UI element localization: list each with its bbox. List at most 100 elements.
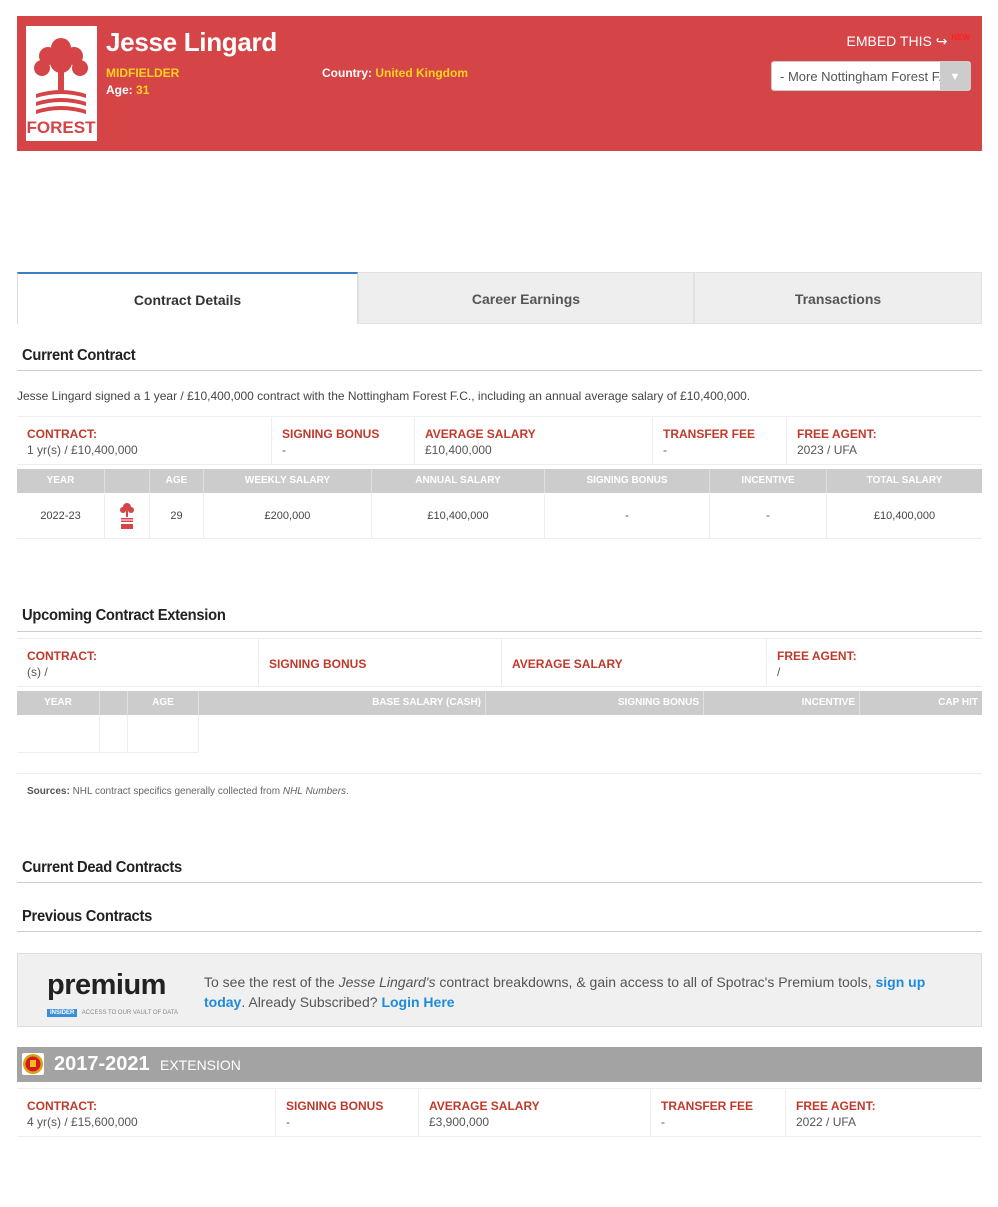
new-badge: NEW xyxy=(951,33,970,42)
country-label: Country: xyxy=(322,66,372,80)
summary-value: - xyxy=(661,1115,665,1129)
summary-value: £3,900,000 xyxy=(429,1115,490,1129)
cell-weekly-salary: £200,000 xyxy=(204,493,372,538)
summary-label: TRANSFER FEE xyxy=(661,1099,754,1113)
premium-logo-word: premium xyxy=(47,969,166,1001)
cell-team xyxy=(105,493,150,538)
previous-contract-years: 2017-2021 xyxy=(54,1053,150,1075)
summary-label: AVERAGE SALARY xyxy=(512,657,623,671)
col-age[interactable]: AGE xyxy=(150,469,204,493)
previous-contract-bar: 2017-2021 EXTENSION xyxy=(17,1047,982,1082)
cell-signing-bonus: - xyxy=(545,493,710,538)
player-country: Country: United Kingdom xyxy=(322,66,468,80)
table-row xyxy=(17,715,982,753)
tab-career-earnings[interactable]: Career Earnings xyxy=(358,272,694,324)
col-age[interactable]: AGE xyxy=(128,691,199,715)
premium-logo-sub: INSIDER ACCESS TO OUR VAULT OF DATA xyxy=(47,1001,178,1017)
contract-description: Jesse Lingard signed a 1 year / £10,400,… xyxy=(17,389,751,403)
player-header: FOREST Jesse Lingard MIDFIELDER Age: 31 … xyxy=(17,16,982,151)
extension-summary: CONTRACT: (s) / SIGNING BONUS AVERAGE SA… xyxy=(17,638,982,687)
previous-contract-type: EXTENSION xyxy=(160,1057,241,1073)
summary-value: 1 yr(s) / £10,400,000 xyxy=(27,443,138,457)
tab-contract-details[interactable]: Contract Details xyxy=(17,272,358,324)
summary-average-salary: AVERAGE SALARY xyxy=(502,639,767,686)
team-logo: FOREST xyxy=(26,26,97,141)
summary-value: (s) / xyxy=(27,665,48,679)
col-incentive[interactable]: INCENTIVE xyxy=(710,469,827,493)
team-select-value: - More Nottingham Forest F.C. Players - xyxy=(780,69,940,84)
current-contract-summary: CONTRACT: 1 yr(s) / £10,400,000 SIGNING … xyxy=(17,416,982,465)
premium-message: To see the rest of the Jesse Lingard's c… xyxy=(204,972,954,1012)
share-icon: ↪ xyxy=(935,33,948,49)
summary-value: 2023 / UFA xyxy=(797,443,858,457)
premium-text: . Already Subscribed? xyxy=(241,994,378,1010)
summary-value: 2022 / UFA xyxy=(796,1115,857,1129)
summary-contract: CONTRACT: (s) / xyxy=(17,639,259,686)
login-link[interactable]: Login Here xyxy=(381,994,454,1010)
premium-insider-tag: INSIDER xyxy=(47,1009,78,1017)
summary-label: SIGNING BONUS xyxy=(286,1099,384,1113)
current-contract-title: Current Contract xyxy=(22,347,136,364)
cell-total-salary: £10,400,000 xyxy=(873,510,936,522)
col-signing-bonus[interactable]: SIGNING BONUS xyxy=(486,691,704,715)
col-total-salary[interactable]: TOTAL SALARY xyxy=(827,469,982,493)
summary-signing-bonus: SIGNING BONUS - xyxy=(276,1089,419,1136)
previous-contract-summary: CONTRACT: 4 yr(s) / £15,600,000 SIGNING … xyxy=(17,1088,982,1137)
summary-free-agent: FREE AGENT: / xyxy=(767,639,982,686)
premium-tagline: ACCESS TO OUR VAULT OF DATA xyxy=(81,1010,179,1016)
summary-label: CONTRACT: xyxy=(27,1099,97,1113)
col-year[interactable]: YEAR xyxy=(17,469,105,493)
summary-free-agent: FREE AGENT: 2022 / UFA xyxy=(786,1089,982,1136)
col-year[interactable]: YEAR xyxy=(17,691,100,715)
player-age: Age: 31 xyxy=(106,83,149,97)
col-weekly-salary[interactable]: WEEKLY SALARY xyxy=(204,469,372,493)
premium-banner: premium INSIDER ACCESS TO OUR VAULT OF D… xyxy=(17,953,982,1027)
summary-average-salary: AVERAGE SALARY £10,400,000 xyxy=(415,417,653,464)
cell-age: 29 xyxy=(150,493,204,538)
dropdown-arrow-icon[interactable]: ▼ xyxy=(940,62,970,90)
cell-year: 2022-23 xyxy=(17,493,105,538)
extension-table-header: YEAR AGE BASE SALARY (CASH) SIGNING BONU… xyxy=(17,691,982,715)
cell-year xyxy=(17,715,100,753)
divider xyxy=(17,370,982,371)
dead-contracts-title: Current Dead Contracts xyxy=(22,859,182,876)
age-value: 31 xyxy=(136,83,150,97)
divider xyxy=(17,882,982,883)
cell-incentive: - xyxy=(710,493,827,538)
cell-team xyxy=(100,715,128,753)
summary-value: - xyxy=(282,443,286,457)
svg-text:FOREST: FOREST xyxy=(27,118,97,137)
summary-label: TRANSFER FEE xyxy=(663,427,756,441)
premium-player-name: Jesse Lingard's xyxy=(338,974,436,990)
col-team xyxy=(105,469,150,493)
summary-value: £10,400,000 xyxy=(425,443,492,457)
forest-tree-icon: FOREST xyxy=(27,38,97,137)
sources-end: . xyxy=(346,786,349,797)
summary-label: FREE AGENT: xyxy=(796,1099,876,1113)
player-position: MIDFIELDER xyxy=(106,66,180,80)
sources-note: Sources: NHL contract specifics generall… xyxy=(27,786,349,797)
col-cap-hit[interactable]: CAP HIT xyxy=(860,691,982,715)
divider xyxy=(17,631,982,632)
embed-link[interactable]: EMBED THIS ↪ NEW xyxy=(847,33,971,50)
summary-signing-bonus: SIGNING BONUS - xyxy=(272,417,415,464)
summary-contract: CONTRACT: 1 yr(s) / £10,400,000 xyxy=(17,417,272,464)
summary-transfer-fee: TRANSFER FEE - xyxy=(651,1089,786,1136)
col-incentive[interactable]: INCENTIVE xyxy=(704,691,860,715)
premium-logo: premium INSIDER ACCESS TO OUR VAULT OF D… xyxy=(47,969,178,1017)
sources-link[interactable]: NHL Numbers xyxy=(283,786,346,797)
col-team xyxy=(100,691,128,715)
divider xyxy=(17,773,982,774)
tab-transactions[interactable]: Transactions xyxy=(694,272,982,324)
summary-label: FREE AGENT: xyxy=(777,649,857,663)
summary-label: SIGNING BONUS xyxy=(269,657,367,671)
premium-text: contract breakdowns, & gain access to al… xyxy=(439,974,872,990)
col-base-salary[interactable]: BASE SALARY (CASH) xyxy=(199,691,486,715)
summary-value: - xyxy=(663,443,667,457)
team-players-select[interactable]: - More Nottingham Forest F.C. Players - … xyxy=(771,61,971,91)
summary-signing-bonus: SIGNING BONUS xyxy=(259,639,502,686)
age-label: Age: xyxy=(106,83,133,97)
col-annual-salary[interactable]: ANNUAL SALARY xyxy=(372,469,545,493)
col-signing-bonus[interactable]: SIGNING BONUS xyxy=(545,469,710,493)
sources-text: NHL contract specifics generally collect… xyxy=(72,786,281,797)
